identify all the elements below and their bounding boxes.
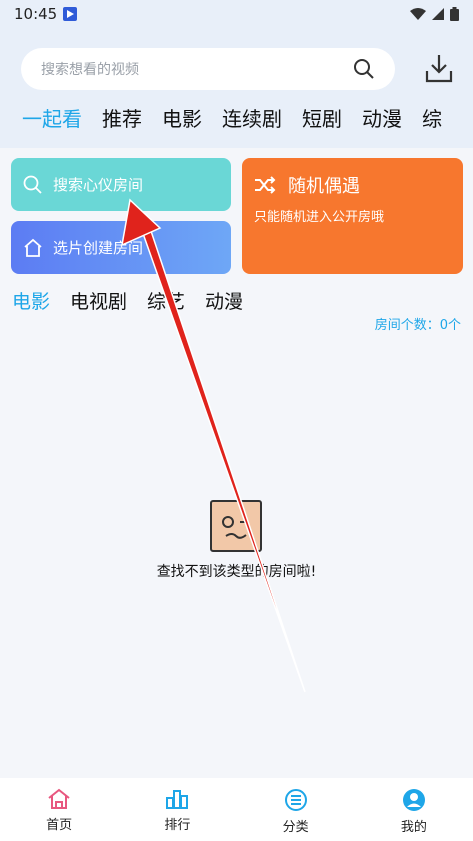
status-icons [410,7,459,21]
nav-ranking-label: 排行 [164,818,191,833]
create-room-button[interactable]: 选片创建房间 [11,221,231,274]
app-notification-icon [63,7,78,21]
nav-ranking[interactable]: 排行 [118,778,236,841]
nav-category-label: 分类 [282,820,309,835]
search-icon [23,175,42,194]
category-icon [284,789,307,811]
home-icon [24,238,42,257]
nav-mine-label: 我的 [400,820,427,835]
category-tab-variety[interactable]: 综艺 [147,287,185,314]
search-placeholder: 搜索想看的视频 [41,62,139,78]
empty-state-illustration [210,500,262,552]
tab-recommend[interactable]: 推荐 [102,103,142,132]
shuffle-icon [255,176,276,194]
tab-movie[interactable]: 电影 [162,103,202,132]
battery-icon [450,7,459,21]
bottom-nav: 首页 排行 分类 我的 [0,778,473,841]
tab-short[interactable]: 短剧 [302,103,342,132]
download-icon[interactable] [424,52,454,84]
user-icon [402,789,425,811]
tab-series[interactable]: 连续剧 [222,103,282,132]
category-tabs: 电影 电视剧 综艺 动漫 [12,285,263,315]
category-tab-movie[interactable]: 电影 [12,287,50,314]
create-room-label: 选片创建房间 [53,239,144,257]
category-tab-anime[interactable]: 动漫 [205,287,243,314]
nav-mine[interactable]: 我的 [355,778,473,841]
empty-state-text: 查找不到该类型的房间啦! [156,564,317,580]
tab-variety[interactable]: 综 [422,103,442,132]
header: 搜索想看的视频 一起看 推荐 电影 连续剧 短剧 动漫 综 [0,28,473,148]
status-time: 10:45 [14,5,58,23]
confused-face-icon [222,516,248,539]
search-input[interactable]: 搜索想看的视频 [21,48,395,90]
random-title: 随机偶遇 [288,176,360,197]
category-tab-tv[interactable]: 电视剧 [70,287,127,314]
ranking-icon [166,790,189,809]
home-icon [48,788,70,809]
signal-icon [432,8,444,20]
nav-home-label: 首页 [46,818,73,833]
nav-home[interactable]: 首页 [0,778,118,841]
search-room-label: 搜索心仪房间 [53,176,144,194]
search-icon[interactable] [353,58,375,80]
wifi-icon [410,8,426,20]
random-encounter-button[interactable]: 随机偶遇 只能随机进入公开房哦 [242,158,463,274]
top-tabs: 一起看 推荐 电影 连续剧 短剧 动漫 综 [0,100,473,134]
tab-together[interactable]: 一起看 [22,103,82,132]
nav-category[interactable]: 分类 [237,778,355,841]
search-room-button[interactable]: 搜索心仪房间 [11,158,231,211]
tab-anime[interactable]: 动漫 [362,103,402,132]
random-subtitle: 只能随机进入公开房哦 [254,210,385,225]
room-count: 房间个数：0个 [374,318,461,333]
status-bar: 10:45 [0,0,473,28]
